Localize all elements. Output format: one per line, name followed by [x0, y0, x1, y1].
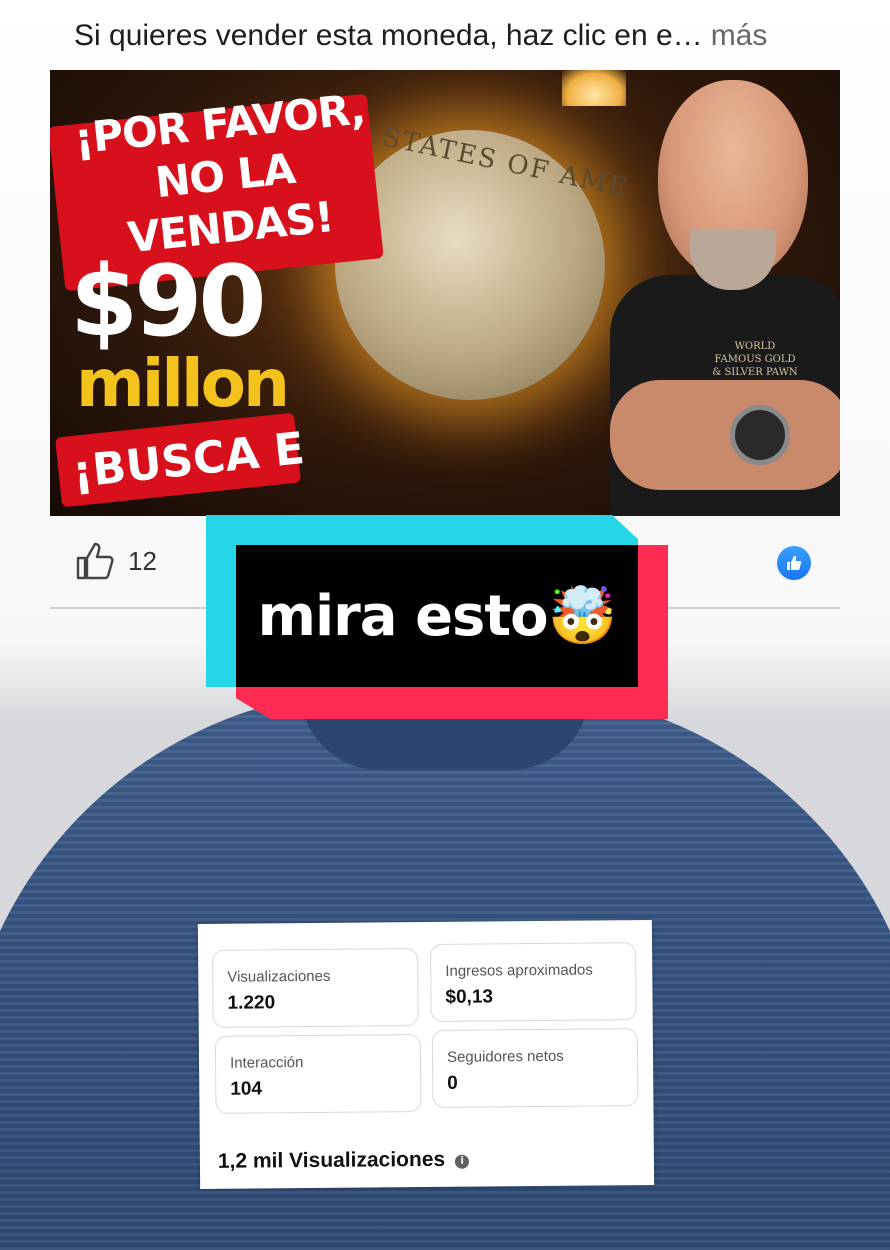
metric-value: 0	[447, 1072, 458, 1094]
metric-earnings[interactable]: Ingresos aproximados $0,13	[430, 942, 637, 1022]
facebook-like-badge-icon	[777, 546, 811, 580]
man-arm	[610, 380, 840, 490]
text-sticker: mira esto🤯	[206, 515, 668, 719]
thumbnail-price: $90	[70, 245, 267, 359]
thumbs-up-icon[interactable]	[74, 540, 116, 582]
badge-thumb-icon	[787, 556, 802, 570]
metric-value: 1.220	[227, 992, 276, 1014]
metric-label: Visualizaciones	[227, 967, 331, 986]
metric-label: Interacción	[229, 1054, 304, 1072]
metric-value: 104	[230, 1078, 263, 1100]
metric-label: Seguidores netos	[446, 1047, 564, 1066]
pawn-shop-man: WORLD FAMOUS GOLD & SILVER PAWN SHOP	[610, 80, 840, 516]
analytics-card: Visualizaciones 1.220 Ingresos aproximad…	[197, 920, 655, 1189]
thumbnail-title: ¡POR FAVOR, NO LA VENDAS!	[71, 84, 368, 263]
metric-value: $0,13	[445, 986, 494, 1008]
metric-interaction[interactable]: Interacción 104	[214, 1034, 422, 1114]
info-icon[interactable]: i	[455, 1154, 470, 1169]
metric-net-followers[interactable]: Seguidores netos 0	[431, 1028, 639, 1108]
like-count[interactable]: 12	[128, 546, 157, 577]
watch-graphic	[730, 405, 790, 465]
see-more-link[interactable]: más	[711, 19, 768, 52]
post-caption-text: Si quieres vender esta moneda, haz clic …	[74, 19, 703, 52]
sticker-black-layer: mira esto🤯	[236, 545, 638, 687]
video-thumbnail[interactable]: STATES OF AME ¡POR FAVOR, NO LA VENDAS! …	[50, 70, 840, 516]
metric-views[interactable]: Visualizaciones 1.220	[212, 948, 419, 1028]
sticker-text: mira esto🤯	[257, 584, 618, 649]
thumbnail-unit: millon	[76, 345, 290, 422]
views-summary-text: 1,2 mil Visualizaciones	[217, 1147, 446, 1173]
post-caption[interactable]: Si quieres vender esta moneda, haz clic …	[74, 14, 834, 58]
metric-label: Ingresos aproximados	[445, 961, 593, 980]
views-summary: 1,2 mil Visualizaciones i	[217, 1147, 470, 1174]
